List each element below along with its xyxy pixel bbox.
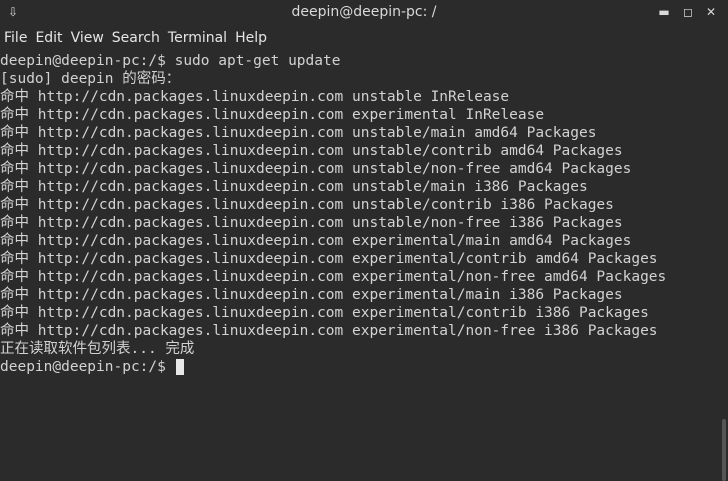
terminal-line: 命中 http://cdn.packages.linuxdeepin.com e… [0,233,632,249]
shell-prompt: deepin@deepin-pc:/$ [0,359,175,375]
title-bar: ⇩ deepin@deepin-pc: / ▬ ◻ ✕ [0,0,728,24]
terminal-line: 命中 http://cdn.packages.linuxdeepin.com e… [0,305,649,321]
scrollbar-thumb[interactable] [722,419,726,481]
terminal-line: deepin@deepin-pc:/$ sudo apt-get update [0,53,341,69]
menu-terminal[interactable]: Terminal [164,30,231,46]
terminal-line: 命中 http://cdn.packages.linuxdeepin.com u… [0,125,597,141]
text-cursor [175,359,184,375]
scrollbar-track[interactable] [720,50,728,481]
terminal-line: 命中 http://cdn.packages.linuxdeepin.com u… [0,161,632,177]
terminal-line: 命中 http://cdn.packages.linuxdeepin.com e… [0,107,545,123]
terminal-line: 命中 http://cdn.packages.linuxdeepin.com u… [0,179,588,195]
terminal-window: ⇩ deepin@deepin-pc: / ▬ ◻ ✕ File Edit Vi… [0,0,728,481]
menu-help[interactable]: Help [231,30,271,46]
terminal-line: 命中 http://cdn.packages.linuxdeepin.com e… [0,251,658,267]
minimize-button[interactable]: ▬ [654,0,674,24]
menu-file[interactable]: File [0,30,31,46]
terminal-line: 命中 http://cdn.packages.linuxdeepin.com u… [0,143,623,159]
maximize-button[interactable]: ◻ [679,0,697,24]
prompt-line[interactable]: deepin@deepin-pc:/$ [0,358,716,376]
terminal-line: 命中 http://cdn.packages.linuxdeepin.com u… [0,89,510,105]
terminal-line: [sudo] deepin 的密码： [0,71,181,87]
terminal-output[interactable]: deepin@deepin-pc:/$ sudo apt-get update … [0,52,716,477]
terminal-line: 命中 http://cdn.packages.linuxdeepin.com e… [0,269,667,285]
terminal-line: 命中 http://cdn.packages.linuxdeepin.com u… [0,215,623,231]
window-title: deepin@deepin-pc: / [291,4,437,20]
menu-search[interactable]: Search [108,30,164,46]
close-button[interactable]: ✕ [702,0,720,24]
menu-view[interactable]: View [67,30,108,46]
terminal-line: 命中 http://cdn.packages.linuxdeepin.com u… [0,197,614,213]
menu-edit[interactable]: Edit [31,30,66,46]
terminal-line: 正在读取软件包列表... 完成 [0,341,195,357]
terminal-line: 命中 http://cdn.packages.linuxdeepin.com e… [0,323,658,339]
menu-bar: File Edit View Search Terminal Help [0,27,728,49]
terminal-line: 命中 http://cdn.packages.linuxdeepin.com e… [0,287,623,303]
